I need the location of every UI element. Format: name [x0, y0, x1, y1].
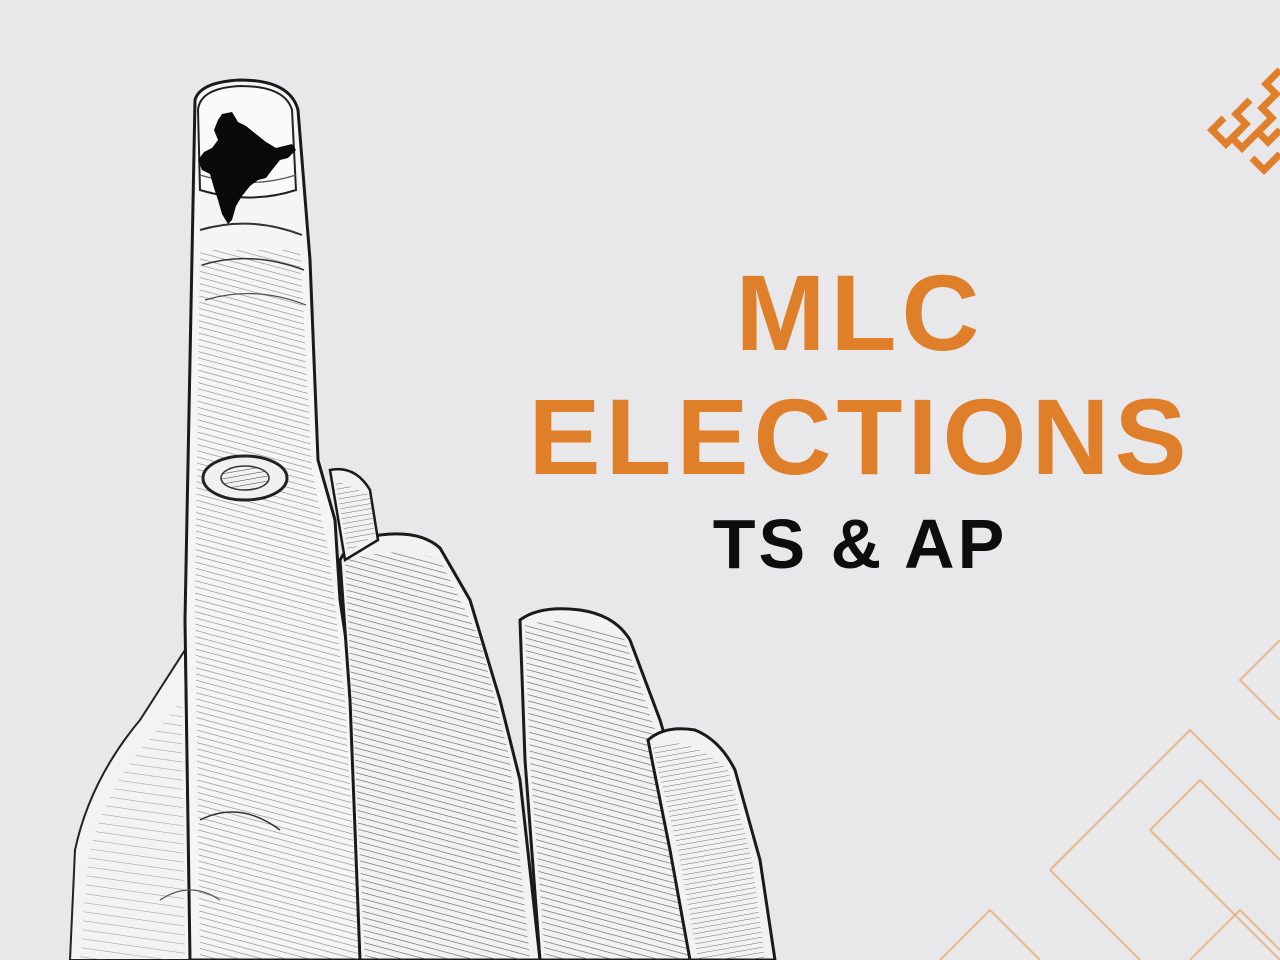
decorative-line-pattern	[940, 639, 1280, 960]
headline-mlc: MLC	[735, 252, 985, 373]
headline-elections: ELECTIONS	[528, 376, 1192, 497]
headline-states: TS & AP	[712, 505, 1008, 583]
endless-knot-icon	[1207, 67, 1280, 175]
poster: MLC ELECTIONS TS & AP	[0, 0, 1280, 960]
